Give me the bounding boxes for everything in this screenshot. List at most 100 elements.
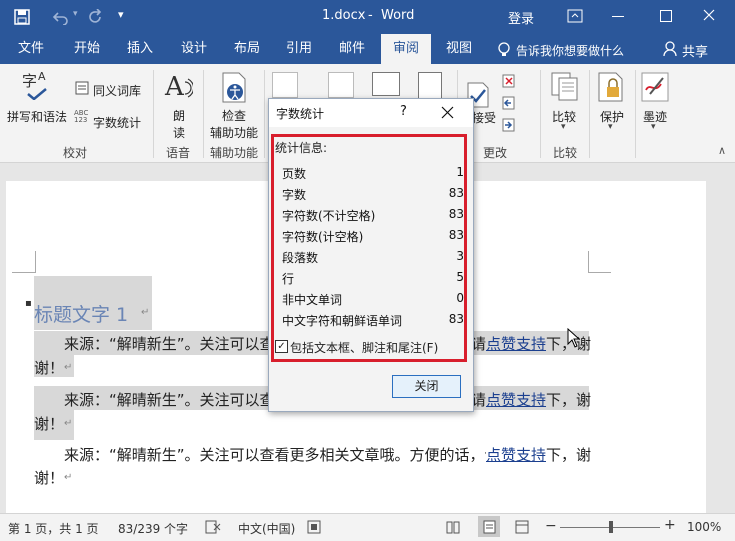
ink-dropdown-icon[interactable]: ▾	[651, 122, 656, 132]
stat-row-paragraphs: 段落数 3	[282, 249, 464, 266]
stat-label: 非中文单词	[282, 293, 343, 307]
new-comment-icon[interactable]	[372, 72, 400, 96]
login-link[interactable]: 登录	[508, 8, 534, 27]
stat-label: 字数	[282, 188, 307, 202]
share-person-icon	[663, 41, 677, 57]
accept-button[interactable]: 接受	[472, 109, 496, 126]
protect-dropdown-icon[interactable]: ▾	[608, 122, 613, 132]
zoom-in-button[interactable]: +	[664, 517, 676, 533]
spelling-grammar-button[interactable]: 拼写和语法	[7, 108, 67, 125]
read-aloud-label-1[interactable]: 朗	[173, 107, 185, 124]
para-3-link[interactable]: 点赞支持	[486, 444, 547, 465]
compare-icon[interactable]	[551, 72, 579, 102]
close-window-button[interactable]	[703, 9, 715, 21]
title-bar: ▾ ▾ 1.docx - Word 登录	[0, 0, 735, 34]
include-textboxes-checkbox[interactable]: ✓	[275, 340, 288, 353]
para-3-text[interactable]: 来源：“解晴新生”。关注可以查看更多相关文章哦。方便的话，请	[64, 444, 500, 465]
thesaurus-button[interactable]: 同义词库	[93, 82, 141, 99]
list-bullet: ▪	[25, 298, 32, 309]
accessibility-check-icon[interactable]	[221, 72, 249, 104]
stat-row-pages: 页数 1	[282, 165, 464, 182]
next-change-icon[interactable]	[502, 118, 516, 132]
para-3-tail[interactable]: 下，谢	[546, 444, 592, 465]
tab-mailings[interactable]: 邮件	[329, 34, 375, 64]
previous-change-icon[interactable]	[502, 96, 516, 110]
undo-icon[interactable]	[52, 9, 70, 25]
track-changes-icon[interactable]	[418, 72, 442, 100]
collapse-ribbon-icon[interactable]: ∧	[718, 144, 726, 157]
ribbon-tabs: 文件 开始 插入 设计 布局 引用 邮件 审阅 视图 告诉我你想要做什么 共享	[0, 34, 735, 64]
stat-value: 83	[448, 312, 464, 326]
stat-value: 83	[448, 228, 464, 242]
ribbon-display-options-icon[interactable]	[567, 9, 583, 23]
para-2-tail[interactable]: 下，谢	[546, 389, 591, 410]
maximize-button[interactable]	[660, 10, 672, 22]
tab-design[interactable]: 设计	[171, 34, 217, 64]
heading-1[interactable]: 标题文字 1	[34, 300, 128, 327]
paragraph-mark: ↵	[64, 472, 73, 483]
undo-dropdown-icon[interactable]: ▾	[73, 9, 78, 19]
protect-icon[interactable]	[598, 72, 626, 102]
zoom-slider-thumb[interactable]	[609, 521, 613, 533]
tab-review[interactable]: 审阅	[381, 34, 431, 64]
proofing-status-icon[interactable]	[205, 520, 221, 534]
read-aloud-label-2[interactable]: 读	[173, 124, 185, 141]
para-1-text-left[interactable]: 来源：“解晴新生”。关注可以查	[64, 333, 275, 354]
group-label-compare: 比较	[552, 146, 577, 160]
para-3-end[interactable]: 谢！	[34, 467, 64, 488]
reject-icon[interactable]	[502, 74, 516, 88]
ink-icon[interactable]	[641, 72, 669, 102]
language-status[interactable]: 中文(中国)	[238, 520, 295, 537]
ribbon-separator	[153, 70, 154, 158]
page-count[interactable]: 第 1 页，共 1 页	[8, 520, 99, 537]
zoom-level[interactable]: 100%	[687, 520, 721, 534]
read-aloud-icon[interactable]: A	[165, 72, 184, 102]
word-count-status[interactable]: 83/239 个字	[118, 520, 188, 537]
read-mode-icon[interactable]	[446, 520, 460, 534]
sound-waves-icon	[184, 78, 193, 98]
share-button[interactable]: 共享	[682, 41, 708, 60]
check-accessibility-label-1[interactable]: 检查	[222, 107, 246, 124]
margin-corner-mark	[12, 272, 35, 273]
wordcount-button[interactable]: 字数统计	[93, 114, 141, 131]
language-icon[interactable]	[272, 72, 298, 98]
compare-dropdown-icon[interactable]: ▾	[561, 122, 566, 132]
tab-layout[interactable]: 布局	[224, 34, 270, 64]
tab-home[interactable]: 开始	[64, 34, 110, 64]
stat-label: 字符数(不计空格)	[282, 209, 376, 223]
redo-icon[interactable]	[87, 9, 103, 25]
minimize-button[interactable]	[612, 16, 624, 17]
check-accessibility-label-2[interactable]: 辅助功能	[210, 124, 258, 141]
dialog-title: 字数统计	[276, 107, 325, 121]
para-1-end[interactable]: 谢！	[34, 357, 64, 378]
close-dialog-button[interactable]: 关闭	[392, 375, 461, 398]
tab-view[interactable]: 视图	[436, 34, 482, 64]
stat-value: 83	[448, 186, 464, 200]
tab-file[interactable]: 文件	[8, 34, 54, 64]
tab-insert[interactable]: 插入	[117, 34, 163, 64]
ribbon-separator	[203, 70, 204, 158]
vertical-scrollbar[interactable]	[716, 163, 735, 513]
group-label-accessibility: 辅助功能	[209, 146, 258, 160]
para-2-text-left[interactable]: 来源：“解晴新生”。关注可以查	[64, 389, 275, 410]
zoom-out-button[interactable]: −	[545, 518, 557, 534]
ribbon-separator	[589, 70, 590, 158]
dialog-close-icon[interactable]	[441, 106, 454, 119]
include-textboxes-label[interactable]: 包括文本框、脚注和尾注(F)	[290, 339, 438, 356]
save-icon[interactable]	[14, 9, 30, 25]
spelling-icon[interactable]: 字A	[22, 70, 52, 104]
macro-recording-icon[interactable]	[307, 520, 321, 534]
tell-me-search[interactable]: 告诉我你想要做什么	[516, 42, 624, 59]
help-button[interactable]: ?	[400, 104, 407, 119]
web-layout-icon[interactable]	[515, 520, 529, 534]
print-layout-icon	[483, 520, 496, 534]
stat-label: 页数	[282, 167, 307, 181]
para-2-end[interactable]: 谢！	[34, 413, 64, 434]
stat-row-chinese-korean-chars: 中文字符和朝鲜语单词 83	[282, 312, 464, 329]
customize-toolbar-icon[interactable]: ▾	[118, 8, 124, 21]
para-2-link[interactable]: 点赞支持	[486, 389, 546, 410]
chinese-conversion-icon[interactable]	[328, 72, 354, 98]
para-1-link[interactable]: 点赞支持	[486, 333, 546, 354]
title-separator: -	[368, 8, 373, 23]
tab-references[interactable]: 引用	[276, 34, 322, 64]
